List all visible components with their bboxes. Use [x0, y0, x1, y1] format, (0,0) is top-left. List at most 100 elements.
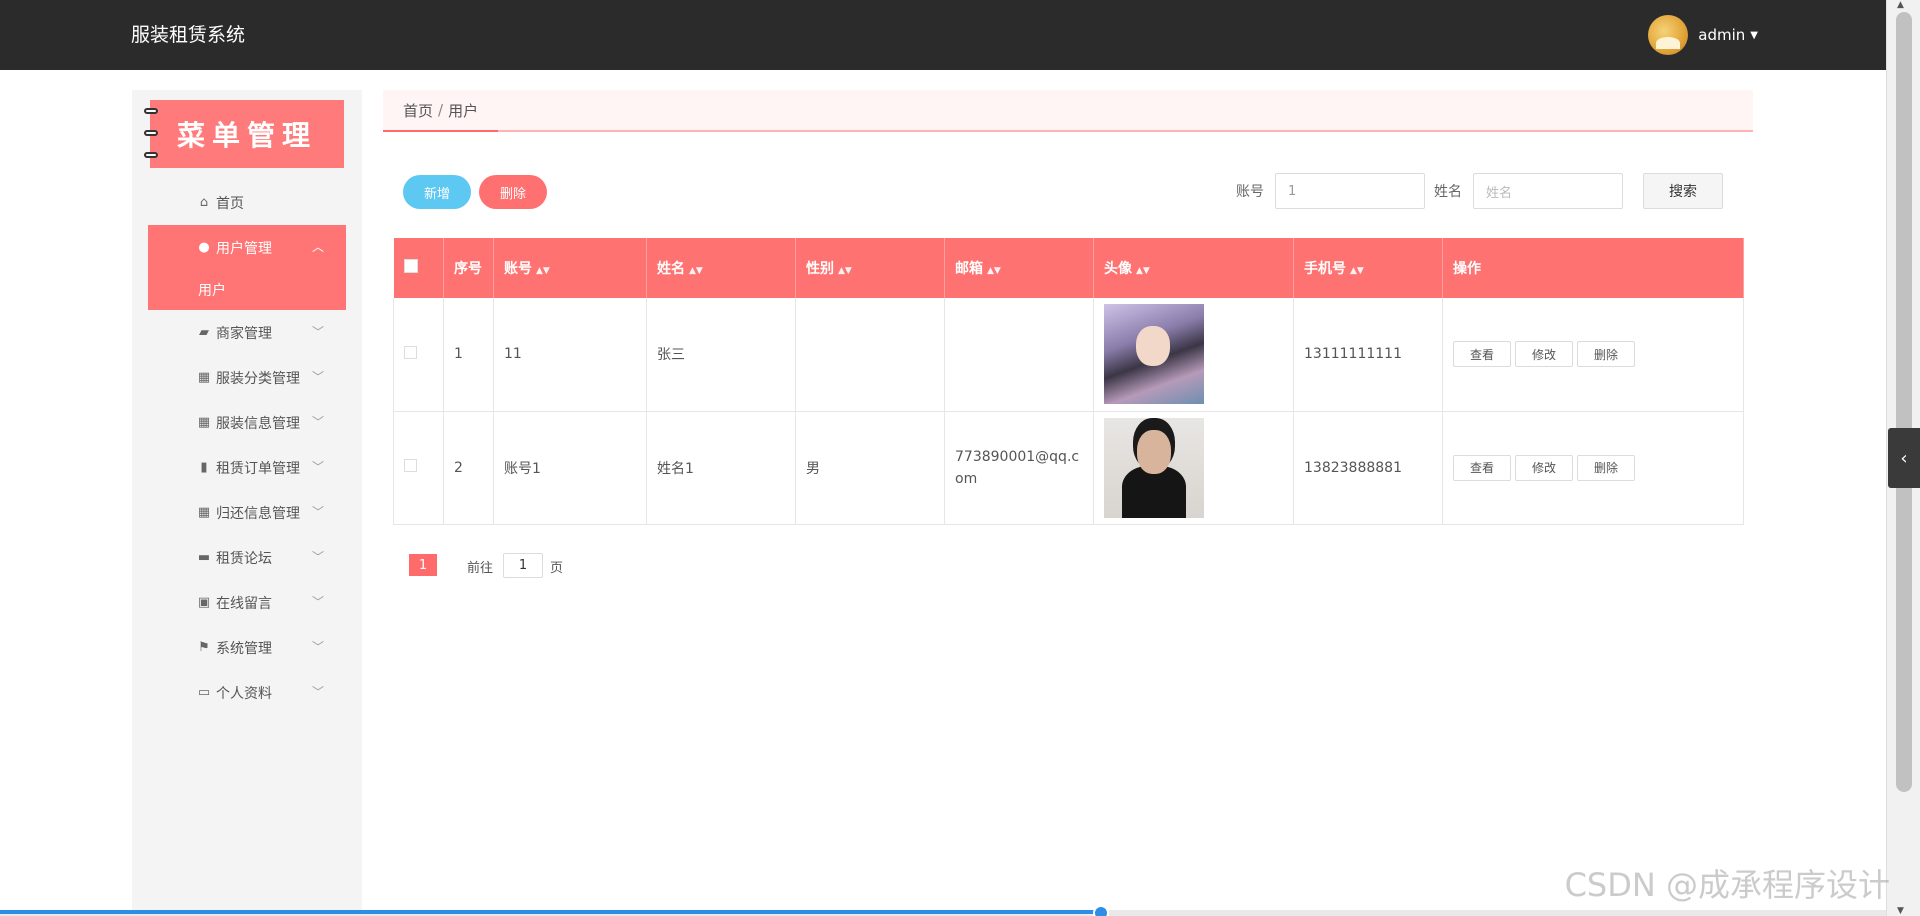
sort-icon[interactable]: ▲▼ — [1350, 266, 1364, 276]
grid-icon: ▦ — [197, 370, 211, 385]
cell-phone: 13823888881 — [1293, 411, 1443, 525]
side-panel-toggle[interactable]: ‹ — [1888, 428, 1920, 488]
row-select-cell — [393, 298, 444, 412]
menu-banner-text: 菜单管理 — [176, 119, 317, 152]
sidebar-item-label: 租赁论坛 — [216, 550, 272, 567]
page-suffix: 页 — [550, 561, 564, 576]
breadcrumb: 首页 / 用户 — [383, 90, 499, 132]
chevron-up-icon: ︿ — [311, 240, 324, 254]
cell-avatar — [1093, 411, 1294, 525]
name-search-input[interactable]: 姓名 — [1473, 173, 1623, 209]
sidebar-item-home[interactable]: ⌂ 首页 — [148, 180, 346, 225]
sidebar-item-system[interactable]: ⚑ 系统管理 ﹀ — [148, 625, 346, 670]
col-header-text: 账号 — [504, 261, 532, 277]
goto-label: 前往 — [467, 561, 494, 576]
col-header-avatar[interactable]: 头像 ▲▼ — [1093, 238, 1294, 298]
sidebar-item-label: 用户管理 — [216, 240, 272, 257]
row-checkbox[interactable] — [404, 345, 417, 359]
name-input-placeholder: 姓名 — [1486, 185, 1513, 201]
breadcrumb-bar: 首页 / 用户 — [383, 90, 1753, 132]
sort-icon[interactable]: ▲▼ — [689, 266, 703, 276]
search-button[interactable]: 搜索 — [1643, 173, 1723, 209]
cell-name: 姓名1 — [646, 411, 796, 525]
binder-ring-icon — [144, 152, 158, 158]
page-number-current[interactable]: 1 — [409, 554, 437, 576]
col-header-gender[interactable]: 性别 ▲▼ — [795, 238, 945, 298]
chevron-down-icon: ﹀ — [311, 460, 324, 474]
account-search-input[interactable]: 1 — [1275, 173, 1425, 209]
avatar — [1648, 15, 1689, 55]
sidebar-item-messages[interactable]: ▣ 在线留言 ﹀ — [148, 580, 346, 625]
col-header-text: 序号 — [454, 261, 482, 277]
avatar-image[interactable] — [1104, 417, 1204, 518]
add-button[interactable]: 新增 — [403, 175, 471, 209]
progress-bar[interactable] — [0, 905, 1886, 916]
progress-fill — [0, 910, 1100, 914]
sidebar-item-label: 首页 — [216, 195, 244, 212]
cell-avatar — [1093, 298, 1294, 412]
home-icon: ⌂ — [199, 195, 209, 210]
sidebar-item-orders[interactable]: ▮ 租赁订单管理 ﹀ — [148, 445, 346, 490]
col-header-email[interactable]: 邮箱 ▲▼ — [944, 238, 1094, 298]
name-label: 姓名 — [1434, 184, 1462, 200]
user-icon: ● — [198, 240, 210, 255]
cell-account: 账号1 — [493, 411, 647, 525]
chevron-down-icon: ﹀ — [311, 640, 324, 654]
progress-knob[interactable] — [1093, 905, 1109, 916]
cell-index: 2 — [443, 411, 494, 525]
binder-ring-icon — [144, 130, 158, 136]
chevron-down-icon: ﹀ — [311, 550, 324, 564]
watermark: CSDN @成承程序设计 — [1564, 866, 1890, 904]
row-delete-button[interactable]: 删除 — [1577, 341, 1635, 368]
view-button[interactable]: 查看 — [1453, 341, 1511, 368]
cell-phone: 13111111111 — [1293, 298, 1443, 412]
col-header-text: 操作 — [1453, 261, 1481, 277]
breadcrumb-home[interactable]: 首页 — [403, 100, 433, 121]
sidebar-item-forum[interactable]: ▬ 租赁论坛 ﹀ — [148, 535, 346, 580]
scrollbar-thumb[interactable] — [1896, 12, 1912, 792]
sidebar-item-label: 商家管理 — [216, 325, 272, 342]
user-table: 序号 账号 ▲▼ 姓名 ▲▼ 性别 ▲▼ 邮箱 ▲▼ 头像 ▲▼ 手机号 ▲▼ 操作 1 1… — [393, 238, 1744, 525]
chevron-down-icon: ﹀ — [311, 370, 324, 384]
sort-icon[interactable]: ▲▼ — [536, 266, 550, 276]
delete-button[interactable]: 删除 — [479, 175, 547, 209]
sort-icon[interactable]: ▲▼ — [1136, 266, 1150, 276]
sidebar-item-label: 服装信息管理 — [216, 415, 300, 432]
top-header: 服装租赁系统 admin ▼ — [0, 0, 1886, 70]
goto-page-input[interactable]: 1 — [503, 553, 543, 578]
monitor-icon: ▬ — [197, 550, 211, 565]
sidebar-item-category[interactable]: ▦ 服装分类管理 ﹀ — [148, 355, 346, 400]
chevron-down-icon: ﹀ — [311, 505, 324, 519]
sidebar-subitem-users[interactable]: 用户 — [148, 270, 346, 310]
row-checkbox[interactable] — [404, 459, 417, 472]
sidebar-item-returns[interactable]: ▦ 归还信息管理 ﹀ — [148, 490, 346, 535]
sort-icon[interactable]: ▲▼ — [987, 266, 1001, 276]
scroll-down-icon[interactable]: ▼ — [1897, 906, 1904, 916]
sidebar-item-label: 归还信息管理 — [216, 505, 300, 522]
col-header-name[interactable]: 姓名 ▲▼ — [646, 238, 796, 298]
view-button[interactable]: 查看 — [1453, 454, 1511, 481]
sort-icon[interactable]: ▲▼ — [838, 266, 852, 276]
sidebar-item-label: 服装分类管理 — [216, 370, 300, 387]
sidebar-item-profile[interactable]: ▭ 个人资料 ﹀ — [148, 670, 346, 715]
sidebar-item-merchant[interactable]: ▰ 商家管理 ﹀ — [148, 310, 346, 355]
scroll-up-icon[interactable]: ▲ — [1897, 0, 1904, 10]
select-all-checkbox[interactable] — [403, 259, 418, 273]
sidebar-item-user-management[interactable]: ● 用户管理 ︿ — [148, 225, 346, 270]
col-header-text: 性别 — [806, 261, 834, 277]
edit-button[interactable]: 修改 — [1515, 341, 1573, 368]
chevron-down-icon: ﹀ — [311, 595, 324, 609]
avatar-image[interactable] — [1104, 304, 1204, 405]
col-header-phone[interactable]: 手机号 ▲▼ — [1293, 238, 1443, 298]
sidebar-item-clothing-info[interactable]: ▦ 服装信息管理 ﹀ — [148, 400, 346, 445]
chevron-down-icon: ﹀ — [311, 325, 324, 339]
cell-actions: 查看 修改 删除 — [1442, 298, 1744, 412]
col-header-account[interactable]: 账号 ▲▼ — [493, 238, 647, 298]
email-text: 773890001@qq.com — [955, 448, 1080, 487]
sidebar-menu: ⌂ 首页 ● 用户管理 ︿ 用户 ▰ 商家管理 ﹀ ▦ 服装分类管理 ﹀ ▦ 服… — [148, 180, 346, 715]
binder-ring-icon — [144, 108, 158, 114]
row-delete-button[interactable]: 删除 — [1577, 454, 1635, 481]
user-menu[interactable]: admin ▼ — [1648, 15, 1758, 55]
edit-button[interactable]: 修改 — [1515, 454, 1573, 481]
sidebar-item-label: 租赁订单管理 — [216, 460, 300, 477]
